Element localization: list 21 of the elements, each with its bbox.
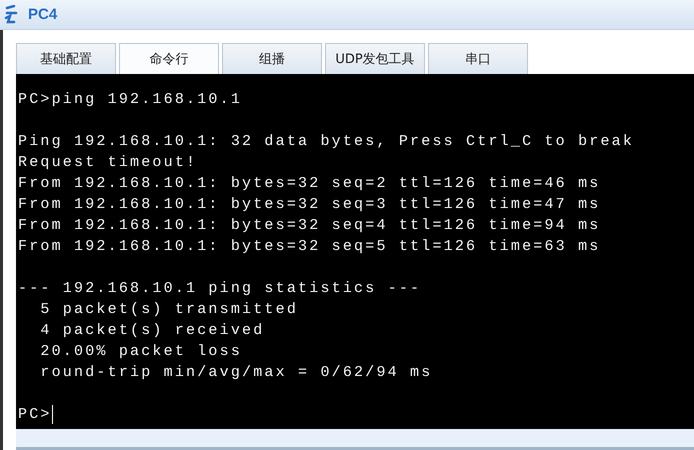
tab[interactable]: 串口 (428, 43, 528, 74)
tab[interactable]: UDP发包工具 (325, 43, 425, 74)
terminal-line: From 192.168.10.1: bytes=32 seq=5 ttl=126 time=63 ms (18, 237, 602, 257)
terminal-line: From 192.168.10.1: bytes=32 seq=2 ttl=126 time=46 ms (18, 174, 602, 194)
terminal-line: --- 192.168.10.1 ping statistics --- (18, 279, 422, 299)
tab[interactable]: 组播 (222, 43, 322, 74)
text-cursor (52, 405, 53, 424)
tab[interactable]: 基础配置 (16, 43, 116, 74)
tab[interactable]: 命令行 (119, 43, 219, 74)
command-prompt: PC> (18, 405, 52, 425)
terminal-line: 20.00% packet loss (39, 342, 244, 362)
terminal-line: PC>ping 192.168.10.1 (18, 90, 244, 110)
terminal-line: 5 packet(s) transmitted (39, 300, 300, 320)
terminal-line: Request timeout! (18, 153, 198, 173)
terminal-line: From 192.168.10.1: bytes=32 seq=3 ttl=126 time=47 ms (18, 195, 602, 215)
terminal-line: round-trip min/avg/max = 0/62/94 ms (39, 363, 434, 383)
terminal-console[interactable] (16, 74, 694, 429)
terminal-line: 4 packet(s) received (39, 321, 266, 341)
window-title: PC4 (28, 6, 58, 23)
terminal-line: Ping 192.168.10.1: 32 data bytes, Press Ctrl_C to break (18, 132, 636, 152)
terminal-line: From 192.168.10.1: bytes=32 seq=4 ttl=126 time=94 ms (18, 216, 602, 236)
